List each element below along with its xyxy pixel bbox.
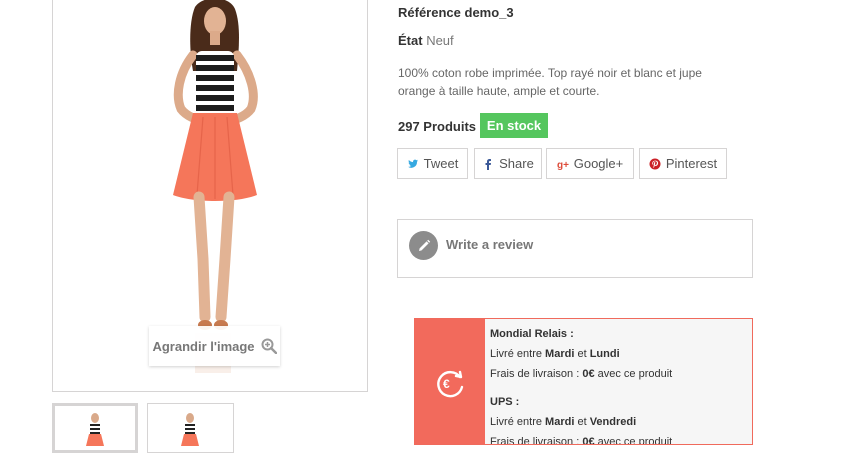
product-condition: État Neuf — [398, 33, 454, 48]
svg-text:€: € — [443, 377, 450, 391]
svg-text:g+: g+ — [557, 160, 569, 170]
delivery-window: Livré entre Mardi et Vendredi — [490, 416, 637, 428]
pencil-icon — [409, 231, 438, 260]
shipping-info-box: € Mondial Relais : Livré entre Mardi et … — [414, 318, 753, 445]
tweet-label: Tweet — [423, 156, 459, 171]
shipping-fee: Frais de livraison : 0€ avec ce produit — [490, 436, 673, 445]
product-image-frame[interactable]: Agrandir l'image — [52, 0, 368, 392]
share-label: Share — [499, 156, 534, 171]
google-plus-label: Google+ — [573, 156, 624, 171]
product-description: 100% coton robe imprimée. Top rayé noir … — [398, 66, 702, 98]
thumbnail-photo — [181, 413, 199, 446]
write-review-link[interactable]: Write a review — [446, 237, 533, 252]
shipping-icon-panel: € — [415, 319, 485, 444]
facebook-icon — [485, 158, 492, 170]
zoom-button[interactable]: Agrandir l'image — [149, 326, 280, 366]
magnifier-plus-icon — [261, 338, 277, 354]
tweet-button[interactable]: Tweet — [397, 148, 468, 179]
thumbnail-1[interactable] — [52, 403, 138, 453]
google-plus-button[interactable]: g+ Google+ — [546, 148, 634, 179]
delivery-window: Livré entre Mardi et Lundi — [490, 348, 620, 360]
shipping-details: Mondial Relais : Livré entre Mardi et Lu… — [490, 324, 750, 445]
product-reference: Référence demo_3 — [398, 5, 514, 20]
google-plus-icon: g+ — [557, 160, 569, 170]
facebook-share-button[interactable]: Share — [474, 148, 542, 179]
condition-value: Neuf — [426, 33, 454, 48]
shipping-fee: Frais de livraison : 0€ avec ce produit — [490, 368, 673, 380]
reference-value: demo_3 — [464, 5, 514, 20]
pinterest-icon — [649, 158, 661, 169]
twitter-icon — [407, 159, 418, 168]
product-photo — [173, 0, 258, 373]
reference-label: Référence — [398, 5, 461, 20]
carrier-name: Mondial Relais : — [490, 328, 574, 340]
thumbnail-2[interactable] — [147, 403, 234, 453]
refresh-euro-icon: € — [437, 370, 464, 397]
pinterest-button[interactable]: Pinterest — [639, 148, 727, 179]
carrier-name: UPS : — [490, 396, 520, 408]
thumbnail-photo — [86, 413, 104, 446]
condition-label: État — [398, 33, 423, 48]
stock-quantity: 297 Produits — [398, 119, 477, 134]
pinterest-label: Pinterest — [665, 156, 718, 171]
zoom-label: Agrandir l'image — [152, 338, 255, 354]
stock-status-badge: En stock — [480, 113, 548, 138]
write-review-box[interactable]: Write a review — [397, 219, 753, 278]
